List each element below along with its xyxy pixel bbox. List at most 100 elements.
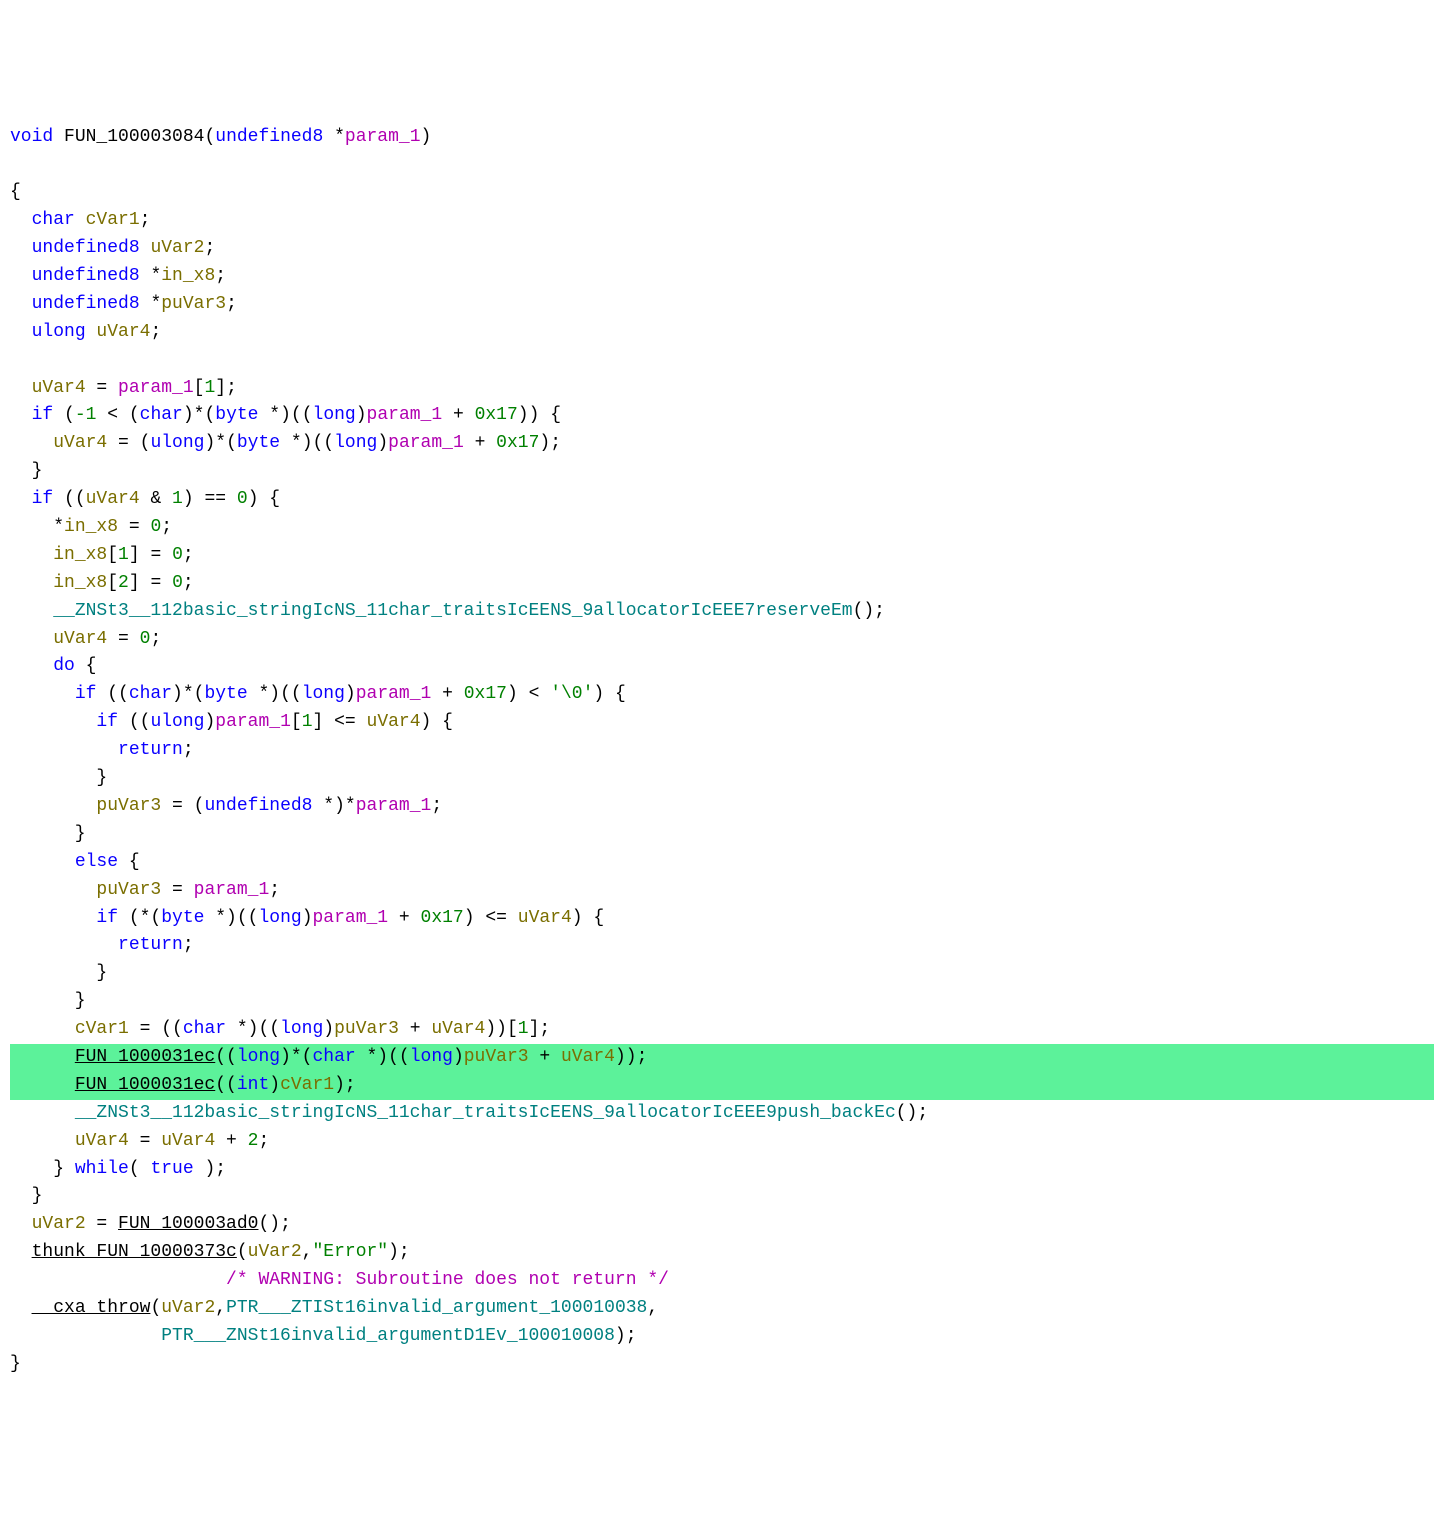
code-token: ,: [215, 1298, 226, 1318]
code-line: uVar2 = FUN_100003ad0();: [10, 1211, 1434, 1239]
code-token: [10, 1131, 75, 1151]
code-token: long: [313, 405, 356, 425]
code-token: (*(: [129, 908, 161, 928]
code-token: +: [431, 684, 463, 704]
code-token: ): [204, 712, 215, 732]
code-token: (: [129, 1159, 151, 1179]
code-token: in_x8: [53, 545, 107, 565]
code-token: }: [10, 963, 107, 983]
code-token: param_1: [313, 908, 389, 928]
code-token: ;: [140, 210, 151, 230]
code-token: &: [140, 489, 172, 509]
code-token: do: [53, 656, 85, 676]
code-token: *)((: [258, 684, 301, 704]
code-token: return: [118, 740, 183, 760]
code-token: byte: [161, 908, 215, 928]
code-line: return;: [10, 737, 1434, 765]
code-token: [10, 1019, 75, 1039]
code-token: "Error": [312, 1242, 388, 1262]
code-line: uVar4 = param_1[1];: [10, 375, 1434, 403]
code-token: ();: [853, 601, 885, 621]
code-token: puVar3: [96, 796, 161, 816]
code-token: = (: [161, 796, 204, 816]
code-token: [10, 1103, 75, 1123]
code-line: in_x8[1] = 0;: [10, 542, 1434, 570]
code-token: (: [64, 405, 75, 425]
code-token: puVar3: [464, 1047, 529, 1067]
code-token: undefined8: [32, 238, 151, 258]
code-token: )*(: [172, 684, 204, 704]
code-token: if: [96, 908, 128, 928]
code-token: else: [75, 852, 129, 872]
code-token: 0: [150, 517, 161, 537]
code-token: ;: [150, 629, 161, 649]
code-token: FUN_1000031ec: [75, 1075, 215, 1095]
code-token: [10, 712, 96, 732]
code-token: }: [10, 461, 42, 481]
code-line: puVar3 = (undefined8 *)*param_1;: [10, 793, 1434, 821]
code-line: if ((uVar4 & 1) == 0) {: [10, 486, 1434, 514]
code-line: {: [10, 179, 1434, 207]
code-token: 0x17: [475, 405, 518, 425]
code-token: *: [10, 517, 64, 537]
code-token: puVar3: [96, 880, 161, 900]
code-line: if ((ulong)param_1[1] <= uVar4) {: [10, 709, 1434, 737]
code-token: /* WARNING: Subroutine does not return *…: [226, 1270, 669, 1290]
code-token: = (: [107, 433, 150, 453]
code-token: 0: [172, 545, 183, 565]
code-token: return: [118, 935, 183, 955]
code-line: __ZNSt3__112basic_stringIcNS_11char_trai…: [10, 598, 1434, 626]
code-token: 0x17: [421, 908, 464, 928]
code-token: uVar4: [561, 1047, 615, 1067]
code-token: +: [215, 1131, 247, 1151]
code-line: __ZNSt3__112basic_stringIcNS_11char_trai…: [10, 1100, 1434, 1128]
code-token: 0x17: [496, 433, 539, 453]
code-token: );: [388, 1242, 410, 1262]
code-token: [10, 1298, 32, 1318]
code-token: [10, 796, 96, 816]
code-token: ((: [107, 684, 129, 704]
code-token: if: [96, 712, 128, 732]
code-token: [10, 629, 53, 649]
code-token: __ZNSt3__112basic_stringIcNS_11char_trai…: [75, 1103, 896, 1123]
code-line: FUN_1000031ec((long)*(char *)((long)puVa…: [10, 1044, 1434, 1072]
code-token: }: [10, 824, 86, 844]
code-token: ((: [129, 712, 151, 732]
code-token: 1: [118, 545, 129, 565]
code-token: byte: [204, 684, 258, 704]
code-token: ();: [896, 1103, 928, 1123]
code-token: *: [334, 127, 345, 147]
code-token: +: [529, 1047, 561, 1067]
code-token: param_1: [215, 712, 291, 732]
code-token: ): [323, 1019, 334, 1039]
code-token: [10, 294, 32, 314]
code-token: =: [161, 880, 193, 900]
code-token: 1: [302, 712, 313, 732]
code-line: *in_x8 = 0;: [10, 514, 1434, 542]
code-token: ulong: [150, 712, 204, 732]
code-line: } while( true );: [10, 1156, 1434, 1184]
code-token: ;: [431, 796, 442, 816]
code-token: undefined8: [204, 796, 323, 816]
code-token: ) {: [248, 489, 280, 509]
code-line: PTR___ZNSt16invalid_argumentD1Ev_1000100…: [10, 1323, 1434, 1351]
code-line: FUN_1000031ec((int)cVar1);: [10, 1072, 1434, 1100]
code-token: long: [237, 1047, 280, 1067]
code-line: do {: [10, 653, 1434, 681]
code-token: )) {: [518, 405, 561, 425]
code-token: [10, 601, 53, 621]
code-token: void: [10, 127, 64, 147]
code-token: 1: [172, 489, 183, 509]
code-token: 2: [118, 573, 129, 593]
code-token: byte: [237, 433, 291, 453]
code-token: ): [356, 405, 367, 425]
code-line: else {: [10, 849, 1434, 877]
code-line: }: [10, 960, 1434, 988]
code-token: 0: [140, 629, 151, 649]
code-token: {: [10, 182, 21, 202]
code-token: FUN_100003084: [64, 127, 204, 147]
code-token: cVar1: [280, 1075, 334, 1095]
code-token: FUN_100003ad0: [118, 1214, 258, 1234]
code-token: 0x17: [464, 684, 507, 704]
code-token: )*(: [280, 1047, 312, 1067]
